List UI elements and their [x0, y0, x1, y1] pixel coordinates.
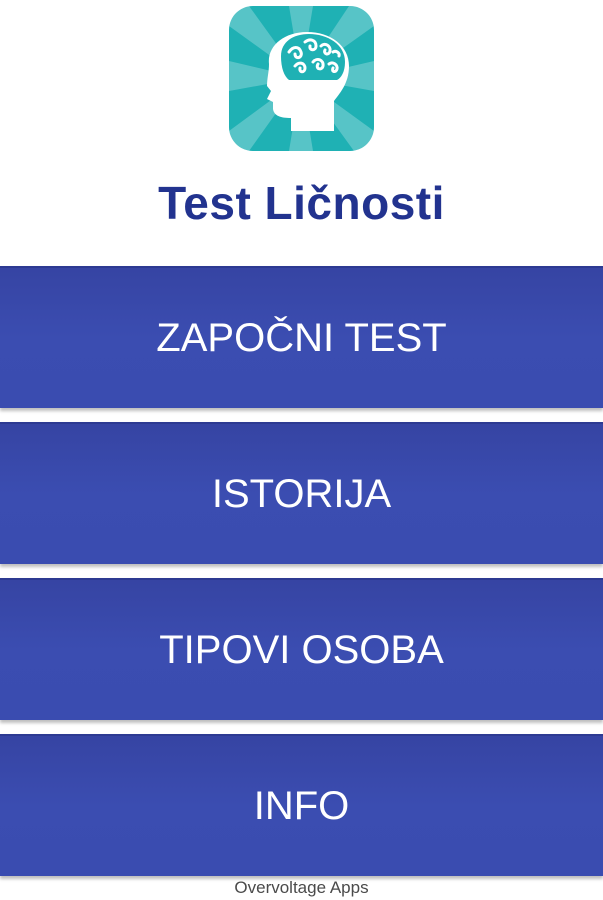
- info-button[interactable]: INFO: [0, 734, 603, 876]
- app-logo: [229, 6, 374, 151]
- head-brain-icon: [229, 6, 374, 151]
- app-title: Test Ličnosti: [158, 177, 445, 229]
- history-button[interactable]: ISTORIJA: [0, 422, 603, 564]
- developer-credit: Overvoltage Apps: [234, 878, 369, 897]
- start-test-button[interactable]: ZAPOČNI TEST: [0, 266, 603, 408]
- app-screen: Test Ličnosti ZAPOČNI TEST ISTORIJA TIPO…: [0, 0, 603, 900]
- personality-types-button[interactable]: TIPOVI OSOBA: [0, 578, 603, 720]
